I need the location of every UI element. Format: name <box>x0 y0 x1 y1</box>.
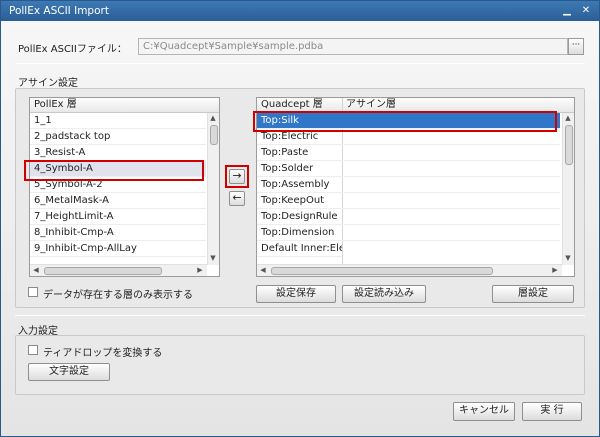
run-button[interactable]: 実 行 <box>522 402 582 421</box>
scroll-down-icon[interactable]: ▼ <box>563 254 573 262</box>
close-icon[interactable]: ✕ <box>579 4 593 17</box>
scroll-right-icon[interactable]: ▶ <box>195 266 205 274</box>
scroll-thumb[interactable] <box>210 125 218 145</box>
pollex-layer-header: PollEx 層 <box>30 98 219 113</box>
dialog-body: PollEx ASCIIファイル： C:¥Quadcept¥Sample¥sam… <box>1 21 599 436</box>
list-item[interactable]: Top:Paste <box>257 145 560 161</box>
list-item[interactable]: 7_HeightLimit-A <box>30 209 206 225</box>
highlight-box <box>253 111 557 132</box>
scroll-left-icon[interactable]: ◀ <box>258 266 268 274</box>
list-item[interactable]: Top:Solder <box>257 161 560 177</box>
list-item[interactable]: 1_1 <box>30 113 206 129</box>
right-horizontal-scrollbar[interactable]: ◀ ▶ <box>257 264 562 276</box>
separator <box>15 315 585 316</box>
list-item[interactable]: 9_Inhibit-Cmp-AllLay <box>30 241 206 257</box>
highlight-box <box>225 165 249 188</box>
file-path-field[interactable]: C:¥Quadcept¥Sample¥sample.pdba <box>138 38 568 55</box>
load-settings-button[interactable]: 設定読み込み <box>342 285 426 303</box>
pollex-layer-list[interactable]: PollEx 層 1_1 2_padstack top 3_Resist-A 4… <box>29 97 220 277</box>
list-item[interactable]: 2_padstack top <box>30 129 206 145</box>
remove-arrow-button[interactable]: ← <box>229 191 245 206</box>
list-item[interactable]: Top:Dimension <box>257 225 560 241</box>
scroll-thumb[interactable] <box>44 267 162 275</box>
list-item[interactable]: 6_MetalMask-A <box>30 193 206 209</box>
text-settings-button[interactable]: 文字設定 <box>28 363 110 381</box>
list-item[interactable]: Top:DesignRule <box>257 209 560 225</box>
highlight-box <box>24 160 204 181</box>
scroll-up-icon[interactable]: ▲ <box>208 114 218 122</box>
left-vertical-scrollbar[interactable]: ▲ ▼ <box>207 113 219 265</box>
scroll-left-icon[interactable]: ◀ <box>31 266 41 274</box>
scroll-thumb[interactable] <box>565 125 573 165</box>
cancel-button[interactable]: キャンセル <box>453 402 515 421</box>
window-title: PollEx ASCII Import <box>9 5 109 17</box>
assign-section-label: アサイン設定 <box>18 78 78 89</box>
import-dialog: PollEx ASCII Import ▁ ✕ PollEx ASCIIファイル… <box>0 0 600 437</box>
only-data-label: データが存在する層のみ表示する <box>43 290 193 301</box>
only-data-checkbox[interactable] <box>28 287 38 297</box>
browse-button[interactable]: ··· <box>568 38 584 55</box>
list-item[interactable]: Top:KeepOut <box>257 193 560 209</box>
list-item[interactable]: 3_Resist-A <box>30 145 206 161</box>
teardrop-checkbox[interactable] <box>28 345 38 355</box>
title-bar[interactable]: PollEx ASCII Import ▁ ✕ <box>1 1 599 21</box>
teardrop-label: ティアドロップを変換する <box>43 348 163 359</box>
scroll-down-icon[interactable]: ▼ <box>208 254 218 262</box>
right-vertical-scrollbar[interactable]: ▲ ▼ <box>562 113 574 265</box>
list-item[interactable]: Top:Assembly <box>257 177 560 193</box>
left-horizontal-scrollbar[interactable]: ◀ ▶ <box>30 264 207 276</box>
file-label: PollEx ASCIIファイル： <box>18 44 127 55</box>
scroll-up-icon[interactable]: ▲ <box>563 114 573 122</box>
scroll-right-icon[interactable]: ▶ <box>550 266 560 274</box>
scroll-thumb[interactable] <box>271 267 493 275</box>
list-item[interactable]: Default Inner:Ele <box>257 241 342 257</box>
save-settings-button[interactable]: 設定保存 <box>256 285 336 303</box>
list-item[interactable]: 8_Inhibit-Cmp-A <box>30 225 206 241</box>
minimize-icon[interactable]: ▁ <box>560 4 574 17</box>
layer-settings-button[interactable]: 層設定 <box>492 285 574 303</box>
separator <box>15 63 585 64</box>
